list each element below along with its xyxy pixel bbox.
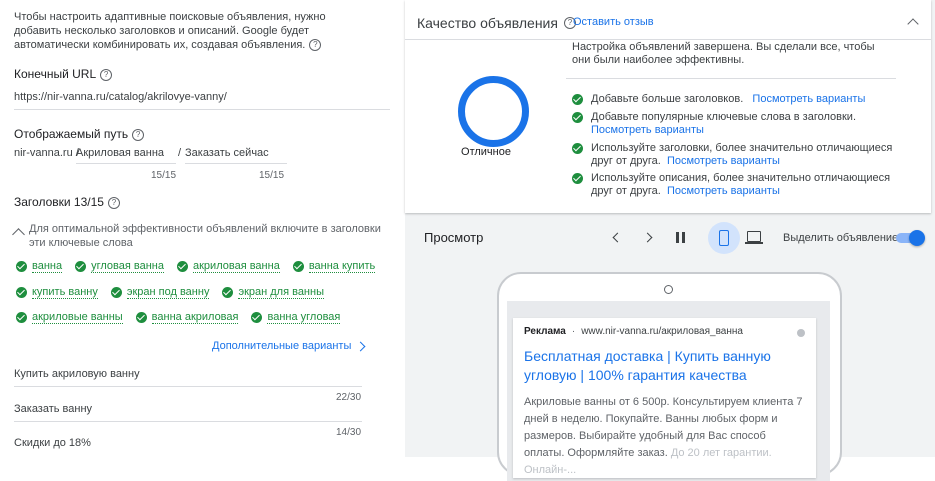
ad-description: Акриловые ванны от 6 500р. Консультируем… (524, 396, 803, 476)
final-url-input[interactable]: https://nir-vanna.ru/catalog/akrilovye-v… (14, 91, 390, 110)
check-circle-icon (16, 312, 27, 323)
phone-camera (664, 285, 673, 294)
highlight-ad-toggle[interactable] (896, 230, 925, 246)
ad-display-url: www.nir-vanna.ru/акриловая_ванна (581, 326, 743, 337)
preview-title: Просмотр (424, 230, 484, 245)
path-separator: / (178, 147, 182, 159)
chevron-up-icon[interactable] (12, 228, 25, 241)
keyword-chip[interactable]: купить ванну (16, 286, 98, 299)
check-circle-icon (572, 173, 583, 184)
keyword-chip[interactable]: угловая ванна (75, 260, 164, 273)
chevron-right-icon (355, 341, 366, 351)
ad-strength-card: Качество объявления? Оставить отзыв Отли… (405, 0, 931, 213)
check-circle-icon (251, 312, 263, 323)
view-options-link[interactable]: Посмотреть варианты (752, 93, 865, 105)
keyword-chip[interactable]: ванна угловая (251, 311, 341, 324)
laptop-icon (747, 231, 761, 242)
keyword-chip[interactable]: акриловая ванна (177, 260, 280, 273)
suggestion-item: Добавьте больше заголовков. Посмотреть в… (572, 93, 902, 106)
check-circle-icon (135, 312, 147, 323)
ad-url-line: Реклама · www.nir-vanna.ru/акриловая_ванн… (524, 326, 743, 337)
view-options-link[interactable]: Посмотреть варианты (591, 124, 704, 136)
smartphone-icon (719, 230, 729, 246)
keyword-row: купить ванну экран под ванну экран для в… (16, 286, 324, 299)
phone-frame: Реклама · www.nir-vanna.ru/акриловая_ванн… (497, 272, 842, 481)
highlight-ad-label: Выделить объявление (783, 232, 899, 244)
check-circle-icon (572, 112, 583, 123)
more-options-link[interactable]: Дополнительные варианты (212, 340, 366, 352)
help-icon[interactable]: ? (309, 39, 322, 52)
view-options-link[interactable]: Посмотреть варианты (667, 155, 780, 167)
suggestion-item: Используйте заголовки, более значительно… (572, 142, 902, 168)
ad-badge: Реклама (524, 326, 566, 337)
divider (566, 78, 896, 79)
ad-preview-card[interactable]: Реклама · www.nir-vanna.ru/акриловая_ванн… (513, 318, 816, 478)
path2-counter: 15/15 (259, 170, 285, 181)
mobile-view-button[interactable] (708, 222, 740, 254)
suggestion-item: Добавьте популярные ключевые слова в заг… (572, 111, 902, 137)
divider (405, 39, 931, 40)
headlines-label: Заголовки 13/15? (14, 195, 120, 209)
ad-strength-title: Качество объявления? (417, 15, 576, 31)
suggestion-item: Используйте описания, более значительно … (572, 172, 902, 198)
headline-counter: 22/30 (336, 392, 362, 403)
headline-counter: 14/30 (336, 427, 362, 438)
headline-input[interactable]: Скидки до 18% (14, 437, 91, 449)
intro-text: Чтобы настроить адаптивные поисковые объ… (14, 11, 326, 52)
help-icon[interactable]: ? (100, 68, 113, 81)
headline-input[interactable]: Купить акриловую ванну (14, 368, 362, 387)
keyword-chip[interactable]: ванна акриловая (135, 311, 239, 324)
display-domain: nir-vanna.ru / (14, 147, 79, 159)
keyword-chip[interactable]: ванна купить (292, 260, 376, 273)
keyword-chip[interactable]: экран для ванны (222, 286, 324, 299)
ad-strength-rating: Отличное (461, 146, 511, 158)
check-circle-icon (572, 143, 583, 154)
display-path-label: Отображаемый путь? (14, 127, 145, 141)
feedback-link[interactable]: Оставить отзыв (573, 16, 654, 28)
help-icon[interactable]: ? (107, 196, 120, 209)
view-options-link[interactable]: Посмотреть варианты (667, 185, 780, 197)
ad-strength-ring (458, 76, 529, 147)
headline-input[interactable]: Заказать ванну (14, 403, 362, 422)
ad-headline[interactable]: Бесплатная доставка | Купить ванную угло… (524, 347, 794, 385)
check-circle-icon (16, 287, 27, 298)
path1-input[interactable]: Акриловая ванна (76, 147, 176, 164)
keyword-row: ванна угловая ванна акриловая ванна ванн… (16, 260, 376, 273)
help-icon[interactable]: ? (132, 128, 145, 141)
keyword-row: акриловые ванны ванна акриловая ванна уг… (16, 311, 341, 324)
desktop-view-button[interactable] (745, 231, 763, 244)
path1-counter: 15/15 (151, 170, 177, 181)
check-circle-icon (177, 261, 188, 272)
info-dot-icon[interactable] (797, 329, 805, 337)
check-circle-icon (222, 287, 234, 298)
check-circle-icon (75, 261, 87, 272)
chevron-up-icon[interactable] (907, 18, 919, 30)
check-circle-icon (292, 261, 304, 272)
final-url-label: Конечный URL? (14, 67, 113, 81)
check-circle-icon (110, 287, 122, 298)
pause-icon[interactable] (675, 232, 686, 243)
keyword-chip[interactable]: ванна (16, 260, 63, 273)
headlines-tip[interactable]: Для оптимальной эффективности объявлений… (12, 222, 384, 250)
path2-input[interactable]: Заказать сейчас (185, 147, 287, 164)
keyword-chip[interactable]: экран под ванну (110, 286, 210, 299)
check-circle-icon (16, 261, 27, 272)
ad-strength-summary: Настройка объявлений завершена. Вы сдела… (572, 41, 875, 66)
ad-edit-form: Чтобы настроить адаптивные поисковые объ… (0, 0, 405, 457)
keyword-chip[interactable]: акриловые ванны (16, 311, 123, 324)
check-circle-icon (572, 94, 583, 105)
